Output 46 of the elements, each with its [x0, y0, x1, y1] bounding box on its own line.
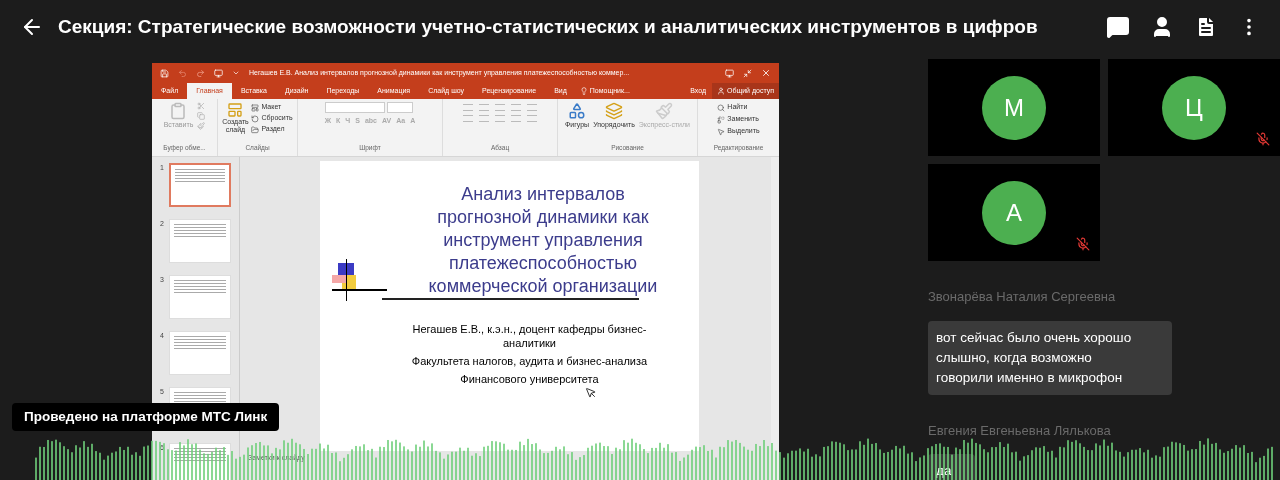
search-icon	[717, 103, 726, 112]
slide-title-line: коммерческой организации	[428, 275, 658, 298]
clipboard-icon	[169, 102, 188, 120]
participant-avatar: М	[982, 75, 1046, 140]
scissors-icon	[197, 102, 206, 110]
reset-icon	[251, 114, 260, 123]
brush-icon	[655, 102, 674, 120]
slideshow-icon[interactable]	[214, 68, 223, 78]
message-author: Звонарёва Наталия Сергеевна	[928, 288, 1117, 306]
slide-text: Финансового университета	[459, 372, 600, 386]
copy-icon	[197, 112, 206, 120]
pointer-icon	[717, 127, 726, 136]
align-buttons-icon	[463, 115, 537, 122]
font-name-field[interactable]	[324, 102, 385, 113]
slide-title-line: инструмент управления	[443, 229, 643, 252]
message-author: Евгения Евгеньевна Лялькова	[928, 421, 1112, 440]
layout-icon	[251, 103, 260, 112]
replace-icon	[717, 115, 726, 124]
font-size-field[interactable]	[386, 102, 413, 113]
folder-icon	[251, 125, 260, 134]
slide-title-line: Анализ интервалов	[461, 183, 625, 206]
participant-avatar: Ц	[1162, 75, 1226, 140]
slide-text: Негашев Е.В., к.э.н., доцент кафедры бизнес-аналитики	[411, 322, 648, 350]
shapes-icon	[568, 102, 587, 120]
save-icon[interactable]	[160, 68, 169, 78]
list-buttons-icon	[463, 104, 537, 111]
slide-thumbnail[interactable]	[169, 163, 231, 207]
mouse-cursor-icon	[585, 387, 597, 399]
brush-icon	[197, 122, 206, 130]
slide-title-line: платежеспособностью	[448, 252, 638, 275]
redo-icon[interactable]	[196, 68, 205, 78]
slide-icon	[227, 102, 244, 118]
chat-icon[interactable]	[1106, 15, 1130, 39]
slide-decoration-drawing	[332, 259, 387, 301]
restore-icon[interactable]	[743, 68, 752, 78]
chat-message: вот сейчас было очень хорошо слышно, когда возможно говорили именно в микрофон	[928, 320, 1172, 395]
participant-avatar: А	[982, 180, 1046, 245]
slide-title-line: прогнозной динамики как	[437, 206, 649, 229]
session-title: Секция: Стратегические возможности учетно-статистических и аналитических инструментов в цифров	[58, 14, 1039, 39]
layers-icon	[604, 102, 623, 120]
platform-overlay-toast: Проведено на платформе МТС Линк	[12, 403, 280, 432]
close-icon[interactable]	[761, 68, 771, 78]
lightbulb-icon	[579, 87, 588, 95]
person-icon	[716, 87, 725, 95]
dropdown-icon[interactable]	[232, 69, 240, 77]
slide-text: Факультета налогов, аудита и бизнес-анализа	[410, 354, 649, 368]
